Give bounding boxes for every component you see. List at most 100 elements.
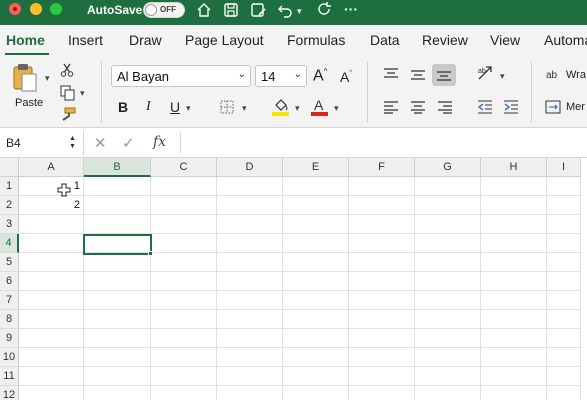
active-cell-outline[interactable] <box>83 234 153 256</box>
cell-f8[interactable] <box>349 310 415 329</box>
merge-center-label[interactable]: Mer <box>566 101 585 113</box>
cell-e3[interactable] <box>283 215 349 234</box>
enter-icon[interactable]: ✓ <box>122 134 135 152</box>
paste-dropdown-icon[interactable]: ▾ <box>45 73 50 84</box>
cell-e9[interactable] <box>283 329 349 348</box>
cell-e12[interactable] <box>283 386 349 400</box>
redo-icon[interactable] <box>315 1 333 19</box>
copy-icon[interactable] <box>60 85 76 101</box>
cell-e4[interactable] <box>283 234 349 253</box>
bold-button[interactable]: B <box>118 99 128 115</box>
cell-i2[interactable] <box>547 196 581 215</box>
cell-f9[interactable] <box>349 329 415 348</box>
decrease-font-size-icon[interactable]: Aˇ <box>340 69 352 85</box>
cell-f10[interactable] <box>349 348 415 367</box>
column-header-a[interactable]: A <box>19 158 84 177</box>
column-header-c[interactable]: C <box>151 158 217 177</box>
wrap-text-label[interactable]: Wra <box>566 69 586 81</box>
cell-e6[interactable] <box>283 272 349 291</box>
cell-b3[interactable] <box>84 215 151 234</box>
cell-a9[interactable] <box>19 329 84 348</box>
cell-h7[interactable] <box>481 291 547 310</box>
select-all-corner[interactable] <box>0 158 19 177</box>
cell-f4[interactable] <box>349 234 415 253</box>
font-name-select[interactable]: Al Bayan ⌄ <box>111 65 251 87</box>
cell-c5[interactable] <box>151 253 217 272</box>
cell-c1[interactable] <box>151 177 217 196</box>
cell-d3[interactable] <box>217 215 283 234</box>
cell-f12[interactable] <box>349 386 415 400</box>
cell-h2[interactable] <box>481 196 547 215</box>
align-bottom-button[interactable] <box>432 64 456 86</box>
align-right-icon[interactable] <box>437 100 453 114</box>
cell-a4[interactable] <box>19 234 84 253</box>
paste-button[interactable] <box>12 63 38 93</box>
cell-d4[interactable] <box>217 234 283 253</box>
cell-d1[interactable] <box>217 177 283 196</box>
cell-d7[interactable] <box>217 291 283 310</box>
cell-h12[interactable] <box>481 386 547 400</box>
row-header-12[interactable]: 12 <box>0 386 19 400</box>
copy-dropdown-icon[interactable]: ▾ <box>80 88 85 99</box>
cell-i7[interactable] <box>547 291 581 310</box>
align-left-icon[interactable] <box>383 100 399 114</box>
minimize-window-button[interactable] <box>30 3 42 15</box>
cell-f7[interactable] <box>349 291 415 310</box>
column-header-f[interactable]: F <box>349 158 415 177</box>
tab-formulas[interactable]: Formulas <box>287 32 345 48</box>
fill-handle[interactable] <box>148 251 153 256</box>
cell-c6[interactable] <box>151 272 217 291</box>
cell-i12[interactable] <box>547 386 581 400</box>
cell-f1[interactable] <box>349 177 415 196</box>
cell-e10[interactable] <box>283 348 349 367</box>
cell-b2[interactable] <box>84 196 151 215</box>
align-top-icon[interactable] <box>383 67 399 81</box>
row-header-4[interactable]: 4 <box>0 234 19 253</box>
cell-h10[interactable] <box>481 348 547 367</box>
cell-d9[interactable] <box>217 329 283 348</box>
cell-a3[interactable] <box>19 215 84 234</box>
tab-automate[interactable]: Automa <box>544 32 587 48</box>
cell-c3[interactable] <box>151 215 217 234</box>
cell-g3[interactable] <box>415 215 481 234</box>
cell-f11[interactable] <box>349 367 415 386</box>
cell-g2[interactable] <box>415 196 481 215</box>
column-header-i[interactable]: I <box>547 158 581 177</box>
row-header-2[interactable]: 2 <box>0 196 19 215</box>
row-header-10[interactable]: 10 <box>0 348 19 367</box>
cell-d11[interactable] <box>217 367 283 386</box>
row-header-6[interactable]: 6 <box>0 272 19 291</box>
home-icon[interactable] <box>195 1 213 19</box>
cell-g1[interactable] <box>415 177 481 196</box>
zoom-window-button[interactable] <box>50 3 62 15</box>
cell-d2[interactable] <box>217 196 283 215</box>
cell-h6[interactable] <box>481 272 547 291</box>
cell-h8[interactable] <box>481 310 547 329</box>
increase-indent-icon[interactable] <box>503 100 519 114</box>
cell-g5[interactable] <box>415 253 481 272</box>
cell-h1[interactable] <box>481 177 547 196</box>
cell-h9[interactable] <box>481 329 547 348</box>
cell-e11[interactable] <box>283 367 349 386</box>
cell-a10[interactable] <box>19 348 84 367</box>
cell-a8[interactable] <box>19 310 84 329</box>
cell-d12[interactable] <box>217 386 283 400</box>
cell-f2[interactable] <box>349 196 415 215</box>
cell-c4[interactable] <box>151 234 217 253</box>
column-header-e[interactable]: E <box>283 158 349 177</box>
cell-d8[interactable] <box>217 310 283 329</box>
column-header-g[interactable]: G <box>415 158 481 177</box>
borders-icon[interactable] <box>220 100 234 114</box>
cell-i10[interactable] <box>547 348 581 367</box>
cell-d10[interactable] <box>217 348 283 367</box>
cell-c12[interactable] <box>151 386 217 400</box>
underline-button[interactable]: U <box>170 99 180 115</box>
cell-e1[interactable] <box>283 177 349 196</box>
cell-h5[interactable] <box>481 253 547 272</box>
cell-g6[interactable] <box>415 272 481 291</box>
fill-color-icon[interactable] <box>272 97 290 117</box>
cell-b5[interactable] <box>84 253 151 272</box>
format-painter-icon[interactable] <box>60 107 76 121</box>
cancel-icon[interactable]: ✕ <box>94 134 107 152</box>
cell-c9[interactable] <box>151 329 217 348</box>
